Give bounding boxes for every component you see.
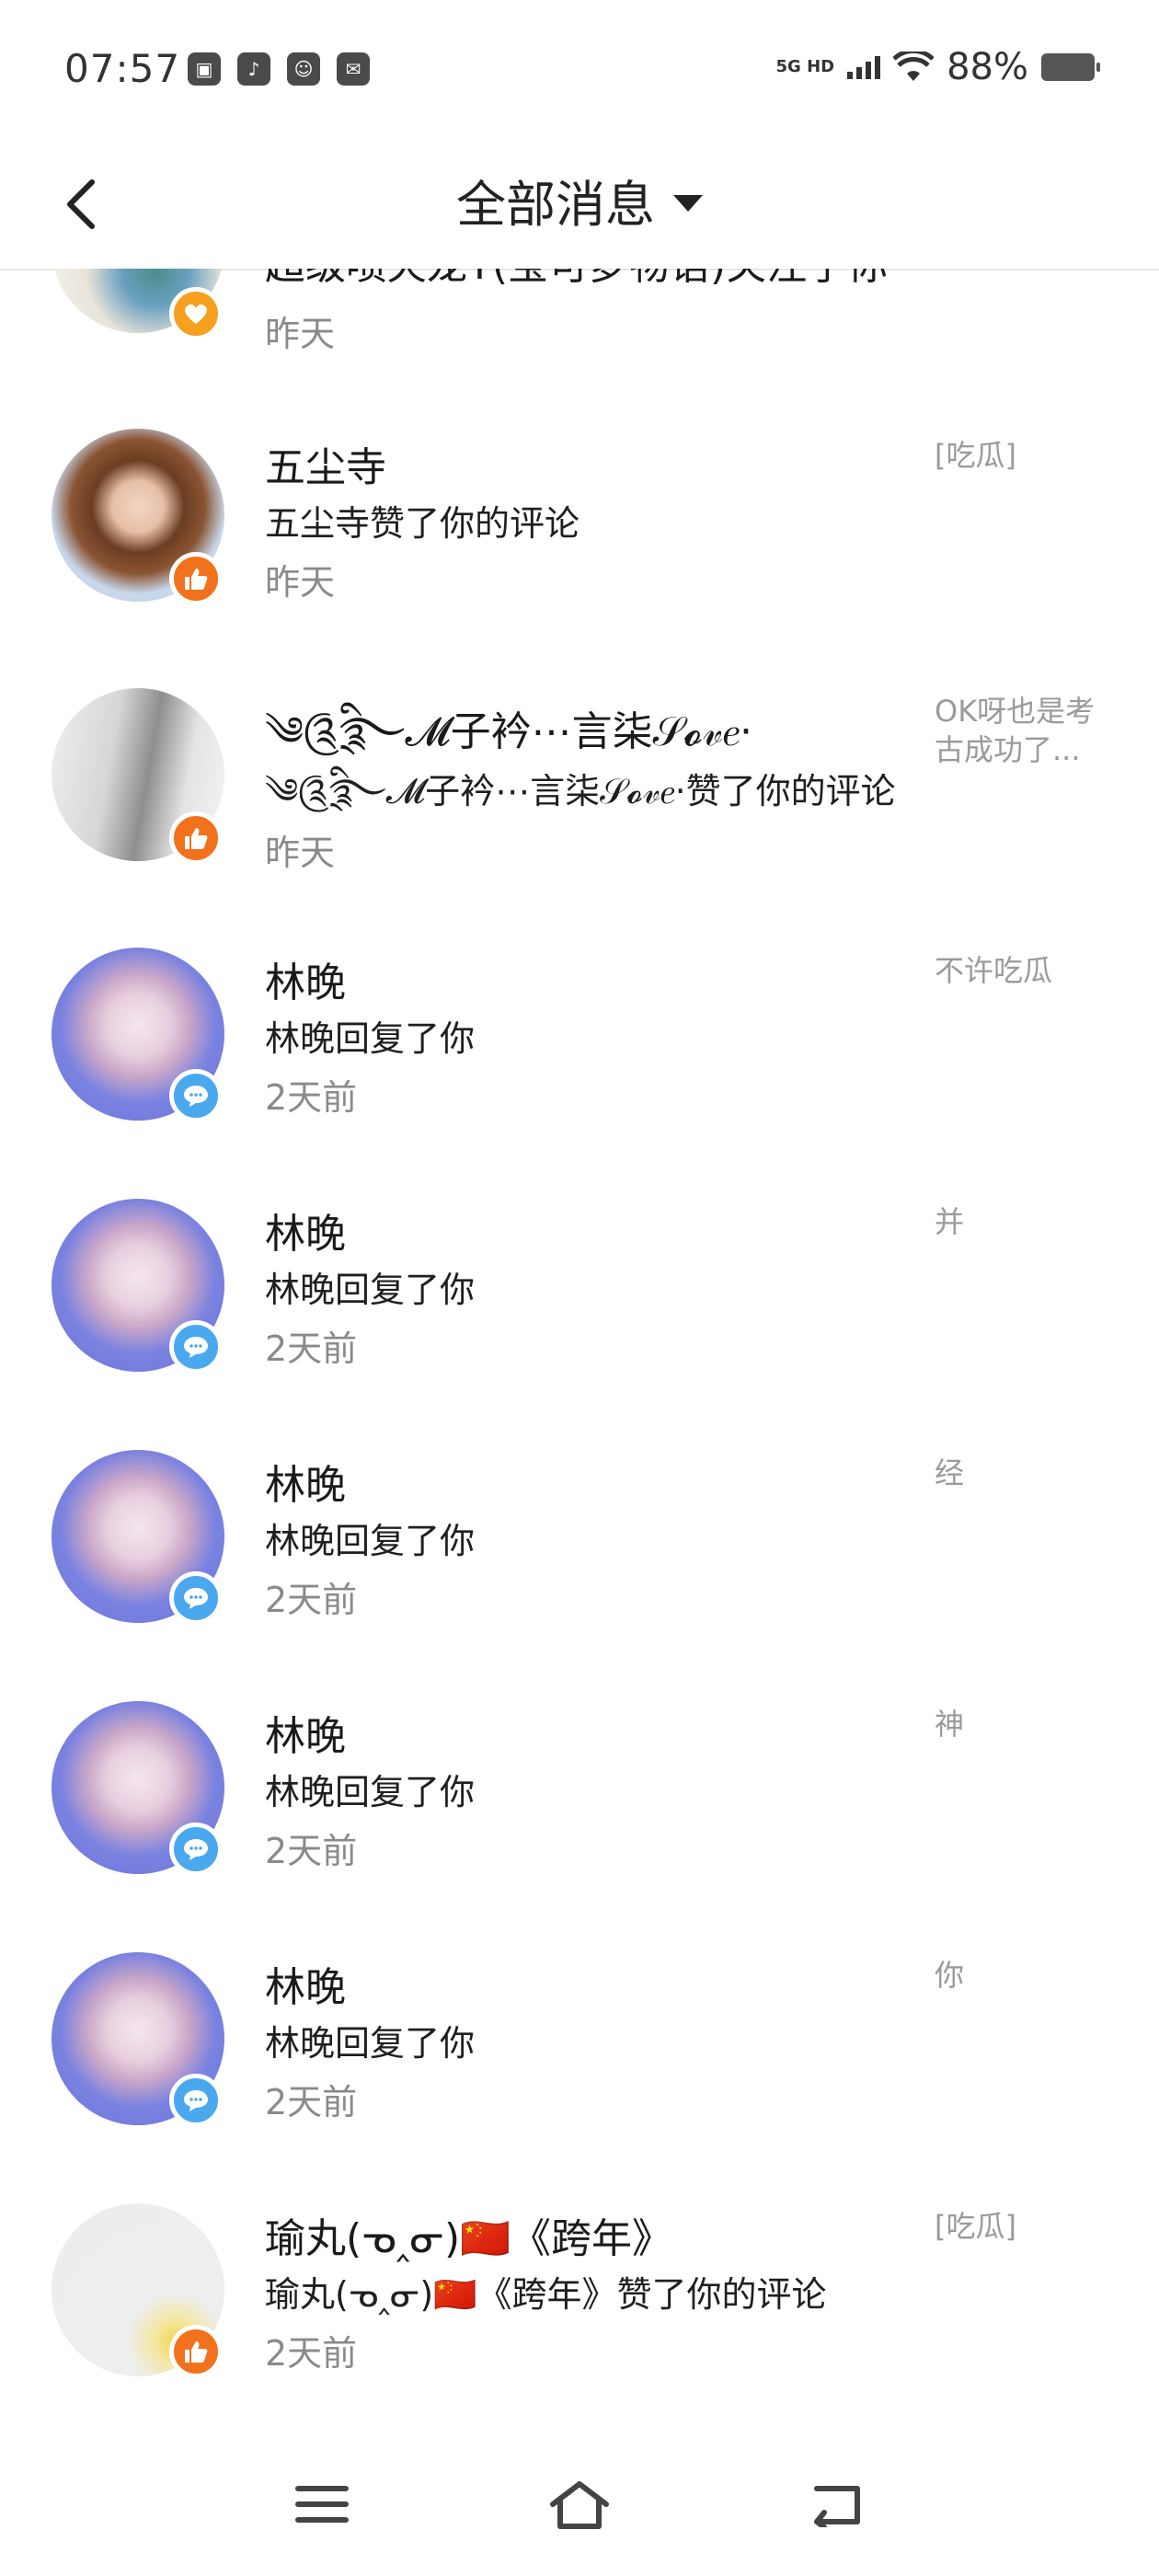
thumbs-up-icon: [169, 552, 223, 605]
comment-bubble-icon: [169, 1571, 223, 1625]
list-item[interactable]: 五尘寺 五尘寺赞了你的评论 昨天 [吃瓜]: [0, 397, 1159, 627]
message-app-icon: ✉: [337, 52, 370, 86]
notification-icons: ▣ ♪ ☺ ✉: [188, 52, 370, 86]
sender-name: 林晚: [265, 1211, 346, 1258]
sender-name: 五尘寺: [265, 444, 386, 491]
comment-preview: 你: [935, 1958, 965, 1993]
list-item[interactable]: 林晚 林晚回复了你 2天前 经: [0, 1443, 1159, 1673]
action-text: 瑜丸(ᓀ‸ᓂ)🇨🇳《跨年》赞了你的评论: [265, 2274, 827, 2315]
comment-preview: 并: [935, 1204, 965, 1239]
home-icon: [550, 2481, 609, 2529]
action-text: 林晚回复了你: [265, 1521, 476, 1561]
list-item[interactable]: 超级喷火龙Y(宝可梦物语)关注了你 昨天: [0, 269, 1159, 361]
list-item[interactable]: 林晚 林晚回复了你 2天前 不许吃瓜: [0, 940, 1159, 1170]
wifi-icon: [893, 52, 935, 81]
time-text: 2天前: [265, 2333, 358, 2374]
sender-name: 林晚: [265, 960, 346, 1006]
comment-preview: [吃瓜]: [935, 2209, 1016, 2244]
action-text: 林晚回复了你: [265, 1270, 476, 1310]
action-text: 林晚回复了你: [265, 1772, 476, 1812]
sender-name: 瑜丸(ᓀ‸ᓂ)🇨🇳《跨年》: [265, 2215, 672, 2262]
comment-bubble-icon: [169, 1823, 223, 1876]
sender-name: 林晚: [265, 1964, 346, 2011]
comment-preview: OK呀也是考古成功了...: [935, 694, 1096, 767]
menu-button[interactable]: [267, 2467, 377, 2541]
time-text: 2天前: [265, 1077, 358, 1118]
comment-bubble-icon: [169, 2074, 223, 2127]
heart-icon: [169, 287, 223, 340]
comment-preview: 经: [935, 1455, 965, 1490]
time-text: 昨天: [265, 314, 336, 354]
comment-bubble-icon: [169, 1320, 223, 1374]
comment-preview: [吃瓜]: [935, 438, 1016, 473]
sender-name: 超级喷火龙Y(宝可梦物语)关注了你: [265, 269, 888, 291]
bot-app-icon: ☺: [287, 52, 320, 86]
navigation-bar: [0, 2431, 1159, 2576]
battery-percent: 88%: [947, 46, 1028, 88]
list-item[interactable]: 林晚 林晚回复了你 2天前 并: [0, 1191, 1159, 1421]
filter-dropdown[interactable]: 全部消息: [456, 164, 703, 236]
back-arrow-icon: [814, 2486, 860, 2527]
comment-preview: 神: [935, 1707, 965, 1742]
action-text: 五尘寺赞了你的评论: [265, 503, 580, 544]
notification-list: 超级喷火龙Y(宝可梦物语)关注了你 昨天 五尘寺 五尘寺赞了你的评论 昨天 [吃…: [0, 269, 1159, 2431]
comment-bubble-icon: [169, 1069, 223, 1122]
network-label: 5G HD: [775, 57, 835, 76]
app-notification-icon: ▣: [188, 52, 221, 86]
battery-icon: [1041, 53, 1100, 81]
time-text: 2天前: [265, 1328, 358, 1369]
time-text: 2天前: [265, 2082, 358, 2122]
time-text: 昨天: [265, 562, 336, 603]
sender-name: 林晚: [265, 1462, 346, 1509]
list-item[interactable]: 瑜丸(ᓀ‸ᓂ)🇨🇳《跨年》 瑜丸(ᓀ‸ᓂ)🇨🇳《跨年》赞了你的评论 2天前 [吃…: [0, 2196, 1159, 2426]
thumbs-up-icon: [169, 811, 223, 865]
list-item[interactable]: 林晚 林晚回复了你 2天前 你: [0, 1945, 1159, 2175]
caret-down-icon: [673, 194, 703, 212]
comment-preview: 不许吃瓜: [935, 953, 1053, 988]
action-text: ༄༊྄ི࿐𝓜子衿⋯言柒𝒮𝓸𝓋𝑒·赞了你的评论: [265, 771, 896, 811]
home-button[interactable]: [524, 2467, 635, 2541]
action-text: 林晚回复了你: [265, 1018, 476, 1059]
music-app-icon: ♪: [237, 52, 270, 86]
header: 全部消息: [0, 138, 1159, 270]
status-time: 07:57: [64, 46, 181, 91]
system-status: 5G HD 88%: [775, 46, 1100, 88]
thumbs-up-icon: [169, 2325, 223, 2378]
back-nav-button[interactable]: [782, 2467, 892, 2541]
list-item[interactable]: ༄༊྄ི࿐𝓜子衿⋯言柒𝒮𝓸𝓋𝑒· ༄༊྄ི࿐𝓜子衿⋯言柒𝒮𝓸𝓋𝑒·赞了你的评论 …: [0, 655, 1159, 894]
page-title: 全部消息: [456, 176, 655, 234]
signal-icon: [847, 55, 881, 79]
time-text: 2天前: [265, 1831, 358, 1871]
sender-name: 林晚: [265, 1713, 346, 1760]
time-text: 2天前: [265, 1580, 358, 1620]
action-text: 林晚回复了你: [265, 2023, 476, 2064]
menu-icon: [295, 2486, 349, 2523]
status-bar: 07:57 ▣ ♪ ☺ ✉ 5G HD 88%: [0, 0, 1159, 138]
list-item[interactable]: 林晚 林晚回复了你 2天前 神: [0, 1694, 1159, 1924]
time-text: 昨天: [265, 833, 336, 873]
